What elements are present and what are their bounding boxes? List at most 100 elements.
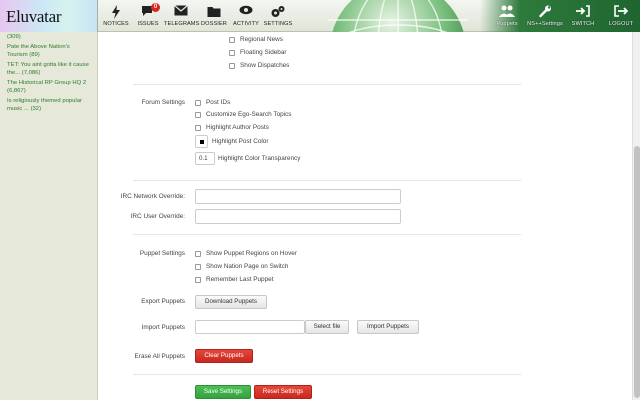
wrench-icon bbox=[539, 5, 551, 18]
sidebar-link[interactable]: The Historical RP Group HQ 2 bbox=[0, 79, 97, 87]
clear-puppets-button[interactable]: Clear Puppets bbox=[195, 349, 253, 363]
import-file-input[interactable] bbox=[195, 320, 305, 334]
highlight-color-label: Highlight Post Color bbox=[212, 138, 269, 145]
nav-label: SWITCH bbox=[571, 21, 595, 27]
irc-network-label: IRC Network Override: bbox=[120, 193, 185, 200]
export-puppets-label: Export Puppets bbox=[141, 298, 185, 305]
checkbox-highlight-author[interactable]: Highlight Author Posts bbox=[195, 124, 269, 131]
sidebar-link[interactable]: TET: You aint gotta like it cause bbox=[0, 61, 97, 69]
sidebar-item[interactable]: TET: You aint gotta like it cause the...… bbox=[0, 61, 97, 77]
checkbox-label: Show Puppet Regions on Hover bbox=[206, 250, 297, 257]
lightning-icon bbox=[112, 5, 120, 19]
nav-label: ISSUES bbox=[137, 21, 159, 27]
sidebar-link[interactable]: music ... (32) bbox=[0, 105, 97, 113]
checkbox-label: Show Nation Page on Switch bbox=[206, 263, 289, 270]
nav-logout[interactable]: LOGOUT bbox=[602, 0, 640, 32]
reset-settings-button[interactable]: Reset Settings bbox=[254, 385, 312, 399]
sidebar-link[interactable]: Is religiously themed popular bbox=[0, 97, 97, 105]
nav-label: TELEGRAMS bbox=[164, 21, 200, 27]
checkbox-label: Regional News bbox=[240, 36, 283, 43]
erase-puppets-label: Erase All Puppets bbox=[134, 353, 185, 360]
save-settings-button[interactable]: Save Settings bbox=[195, 385, 251, 399]
logout-icon bbox=[614, 5, 628, 17]
sidebar-item[interactable]: The Historical RP Group HQ 2 (6,867) bbox=[0, 79, 97, 95]
top-bar: Eluvatar NOTICES 0 ISSUES TELEGRAMS DOSS… bbox=[0, 0, 640, 32]
nav-activity[interactable]: ACTIVITY bbox=[230, 0, 262, 32]
puppet-settings-section: Puppet Settings Show Puppet Regions on H… bbox=[133, 234, 521, 288]
issues-badge: 0 bbox=[151, 3, 160, 12]
checkbox-remember-puppet[interactable]: Remember Last Puppet bbox=[195, 276, 274, 283]
checkbox[interactable] bbox=[195, 276, 201, 283]
transparency-input[interactable]: 0.1 bbox=[195, 152, 215, 165]
checkbox[interactable] bbox=[229, 49, 235, 56]
checkbox[interactable] bbox=[195, 111, 201, 118]
import-puppets-label: Import Puppets bbox=[141, 324, 185, 331]
puppet-settings-label: Puppet Settings bbox=[139, 250, 185, 257]
nav-label: SETTINGS bbox=[263, 21, 293, 27]
nav-label: DOSSIER bbox=[201, 21, 227, 27]
globe-icon bbox=[328, 0, 468, 32]
settings-panel: Regional News Floating Sidebar Show Disp… bbox=[99, 32, 632, 400]
forum-settings-label: Forum Settings bbox=[141, 99, 185, 106]
nav-label: NOTICES bbox=[103, 21, 129, 27]
nav-issues[interactable]: 0 ISSUES bbox=[132, 0, 164, 32]
logo[interactable]: Eluvatar bbox=[0, 0, 98, 32]
checkbox-label: Post IDs bbox=[206, 99, 231, 106]
sidebar-item[interactable]: Pate the Above Nation's Tourism (89) bbox=[0, 43, 97, 59]
switch-icon bbox=[576, 5, 590, 17]
checkbox-ego-search[interactable]: Customize Ego-Search Topics bbox=[195, 111, 291, 118]
nav-notices[interactable]: NOTICES bbox=[100, 0, 132, 32]
checkbox[interactable] bbox=[229, 36, 235, 43]
checkbox[interactable] bbox=[229, 62, 235, 69]
scrollbar[interactable] bbox=[632, 32, 640, 400]
nav-label: LOGOUT bbox=[608, 21, 634, 27]
checkbox-post-ids[interactable]: Post IDs bbox=[195, 99, 230, 106]
nav-label: ACTIVITY bbox=[233, 21, 259, 27]
checkbox[interactable] bbox=[195, 250, 201, 257]
irc-settings-section: IRC Network Override: IRC User Override: bbox=[121, 180, 521, 234]
checkbox[interactable] bbox=[195, 263, 201, 270]
transparency-label: Highlight Color Transparency bbox=[218, 155, 301, 162]
checkbox-regional-news[interactable]: Regional News bbox=[229, 36, 283, 43]
sidebar-link[interactable]: Tourism (89) bbox=[0, 51, 97, 59]
scrollbar-thumb[interactable] bbox=[634, 146, 640, 398]
checkbox-label: Customize Ego-Search Topics bbox=[206, 111, 292, 118]
checkbox[interactable] bbox=[195, 99, 201, 106]
checkbox-label: Floating Sidebar bbox=[240, 49, 287, 56]
sidebar-link[interactable]: Pate the Above Nation's bbox=[0, 43, 97, 51]
highlight-color-picker[interactable] bbox=[195, 135, 208, 148]
nav-dossier[interactable]: DOSSIER bbox=[198, 0, 230, 32]
globe-banner bbox=[308, 0, 488, 32]
gears-icon bbox=[271, 6, 285, 17]
forum-settings-section: Forum Settings Post IDs Customize Ego-Se… bbox=[133, 84, 521, 180]
download-puppets-button[interactable]: Download Puppets bbox=[195, 295, 267, 309]
irc-network-input[interactable] bbox=[195, 189, 401, 204]
checkbox-nation-page-switch[interactable]: Show Nation Page on Switch bbox=[195, 263, 288, 270]
sidebar-link[interactable]: (6,867) bbox=[0, 87, 97, 95]
nav-label: Puppets bbox=[496, 21, 518, 27]
nav-switch[interactable]: SWITCH bbox=[564, 0, 602, 32]
sidebar-item[interactable]: (309) bbox=[0, 33, 97, 41]
sidebar-link[interactable]: (309) bbox=[0, 33, 97, 41]
sidebar-item[interactable]: Is religiously themed popular music ... … bbox=[0, 97, 97, 113]
import-puppets-button[interactable]: Import Puppets bbox=[357, 320, 419, 334]
checkbox-label: Highlight Author Posts bbox=[206, 124, 269, 131]
irc-user-input[interactable] bbox=[195, 209, 401, 224]
form-actions-section: Save Settings Reset Settings bbox=[133, 374, 521, 400]
nav-telegrams[interactable]: TELEGRAMS bbox=[164, 0, 200, 32]
sidebar: (309) Pate the Above Nation's Tourism (8… bbox=[0, 32, 98, 400]
checkbox-show-dispatches[interactable]: Show Dispatches bbox=[229, 62, 289, 69]
nav-label: NS++Settings bbox=[527, 21, 563, 27]
main-nav: NOTICES 0 ISSUES TELEGRAMS DOSSIER ACTIV… bbox=[100, 0, 294, 32]
nav-nspp-settings[interactable]: NS++Settings bbox=[526, 0, 564, 32]
select-file-button[interactable]: Select file bbox=[305, 320, 349, 334]
eye-icon bbox=[239, 5, 253, 15]
general-settings-section: Regional News Floating Sidebar Show Disp… bbox=[133, 32, 521, 84]
sidebar-link[interactable]: the... (7,086) bbox=[0, 69, 97, 77]
nav-puppets[interactable]: Puppets bbox=[488, 0, 526, 32]
checkbox-floating-sidebar[interactable]: Floating Sidebar bbox=[229, 49, 287, 56]
people-icon bbox=[499, 5, 515, 17]
checkbox-puppet-regions[interactable]: Show Puppet Regions on Hover bbox=[195, 250, 297, 257]
nav-settings[interactable]: SETTINGS bbox=[262, 0, 294, 32]
checkbox[interactable] bbox=[195, 124, 201, 131]
